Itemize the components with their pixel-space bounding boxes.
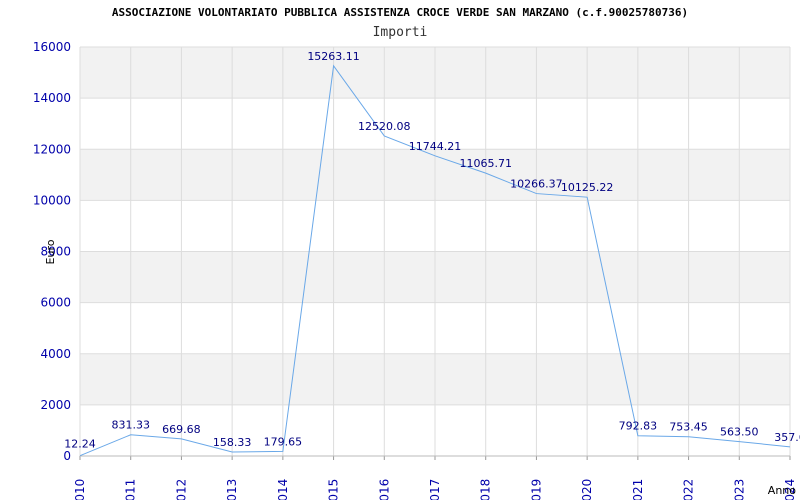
y-tick-label: 6000	[40, 296, 71, 310]
x-tick-label: 2013	[225, 479, 239, 500]
y-tick-label: 4000	[40, 347, 71, 361]
y-axis-title: Euro	[44, 239, 57, 264]
x-tick-label: 2017	[428, 479, 442, 500]
x-tick-label: 2015	[327, 479, 341, 500]
data-label: 179.65	[264, 435, 303, 448]
data-label: 12520.08	[358, 120, 411, 133]
y-tick-label: 2000	[40, 398, 71, 412]
y-tick-label: 14000	[33, 91, 71, 105]
x-tick-label: 2019	[529, 479, 543, 500]
data-label: 10125.22	[561, 181, 614, 194]
data-label: 11744.21	[409, 140, 462, 153]
x-tick-label: 2011	[124, 479, 138, 500]
x-tick-label: 2020	[580, 479, 594, 500]
y-tick-label: 16000	[33, 40, 71, 54]
x-tick-label: 2016	[377, 479, 391, 500]
chart: ASSOCIAZIONE VOLONTARIATO PUBBLICA ASSIS…	[0, 0, 800, 500]
x-tick-label: 2018	[479, 479, 493, 500]
x-axis-title: Anno	[768, 484, 796, 497]
x-tick-label: 2014	[276, 479, 290, 500]
y-tick-label: 10000	[33, 193, 71, 207]
y-tick-label: 0	[63, 449, 71, 463]
data-label: 792.83	[619, 420, 658, 433]
x-tick-label: 2012	[174, 479, 188, 500]
data-label: 669.68	[162, 423, 201, 436]
data-label: 15263.11	[307, 50, 360, 63]
data-label: 563.50	[720, 426, 759, 439]
data-label: 10266.37	[510, 178, 563, 191]
data-label: 11065.71	[459, 157, 512, 170]
data-label: 12.24	[64, 438, 96, 451]
x-tick-label: 2022	[682, 479, 696, 500]
x-tick-label: 2010	[73, 479, 87, 500]
x-tick-label: 2023	[732, 479, 746, 500]
data-label: 158.33	[213, 436, 252, 449]
y-tick-label: 12000	[33, 142, 71, 156]
x-tick-label: 2021	[631, 479, 645, 500]
plot-area: 0200040006000800010000120001400016000201…	[33, 40, 800, 500]
data-label: 753.45	[669, 421, 708, 434]
data-label: 831.33	[111, 419, 150, 432]
data-label: 357.6	[774, 431, 800, 444]
